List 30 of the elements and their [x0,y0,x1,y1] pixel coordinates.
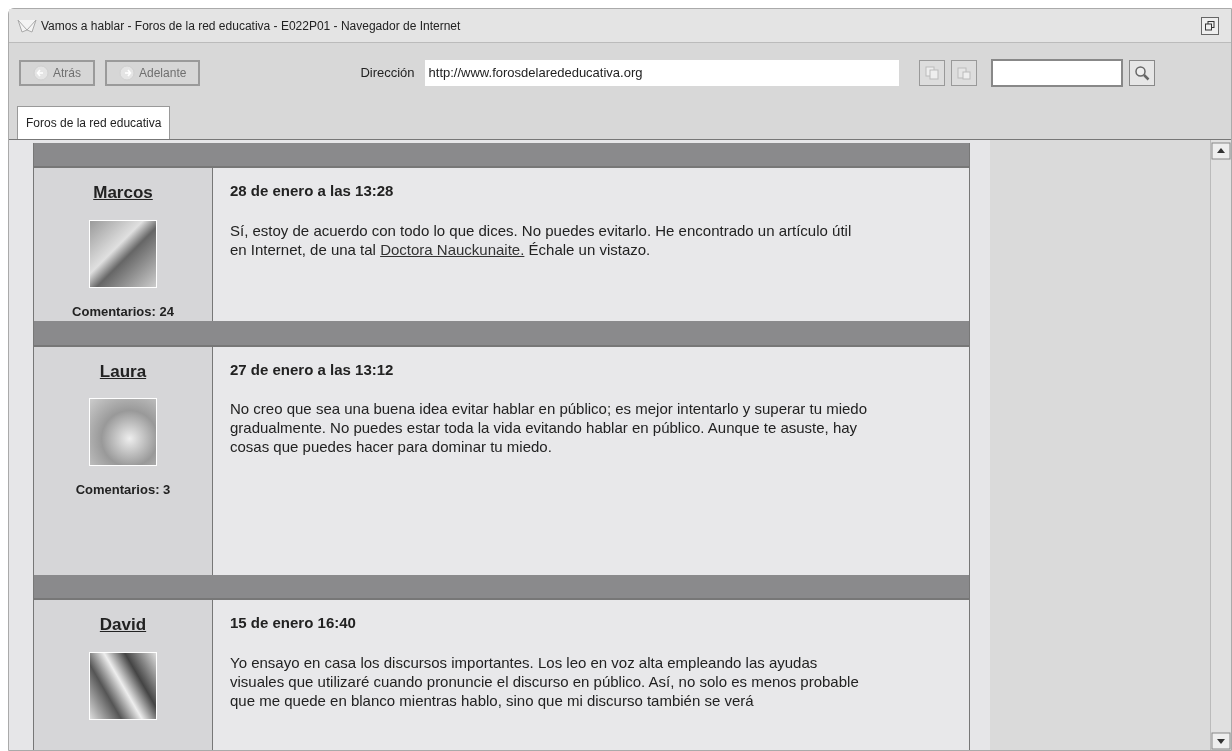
author-name[interactable]: Laura [99,358,147,385]
scroll-up-icon[interactable] [1211,142,1231,160]
scrollbar[interactable] [1210,140,1231,750]
search-field[interactable] [990,59,1123,87]
address-field[interactable]: http://www.forosdelarededucativa.org [424,60,899,86]
comment-count: Comentarios: 3 [75,481,171,500]
window-title: Vamos a hablar - Foros de la red educativa - E022P01 - Navegador de Internet [41,17,462,35]
scroll-down-icon[interactable] [1211,732,1231,750]
butterfly-logo-icon [17,17,37,34]
browser-tab[interactable]: Foros de la red educativa [17,106,171,139]
address-label: Dirección [360,64,415,83]
author-name[interactable]: David [99,612,147,638]
search-button[interactable] [1128,60,1155,86]
author-name[interactable]: Marcos [93,180,153,206]
restore-icon [1205,20,1215,31]
post-date: 28 de enero a las 13:28 [230,181,395,202]
post-date: 27 de enero a las 13:12 [230,359,395,380]
paste-icon [956,66,971,80]
restore-button[interactable] [1201,16,1219,35]
photo-placeholder [89,651,157,720]
photo-placeholder [89,398,157,467]
post-text: Sí, estoy de acuerdo con todo lo que dices. No puedes evitarlo. He encontrado un artículo útil en Internet, de una tal Doctora Nauckunaite. Échale un vistazo. [230,220,853,259]
post-text: No creo que sea una buena idea evitar hablar en público; es mejor intentarlo y superar tu miedo gradualmente. No puedes estar toda la vida evitando hablar en público. Aunque te asuste, hay cosas que puedes hacer para dominar tu miedo. [230,399,869,457]
search-icon [1133,65,1150,81]
comment-count: Comentarios: 24 [72,302,174,321]
post-text: Yo ensayo en casa los discursos importantes. Los leo en voz alta empleando las ayudas visuales que utilizaré cuando pronuncie el discurso en público. Así, no solo es menos probable que me quede en blanco mientras hablo, sino que mi discurso también se verá [230,652,860,710]
photo-placeholder [89,219,157,288]
author-link[interactable]: Doctora Nauckunaite. [380,240,525,258]
copy-icon [924,66,939,80]
post-date: 15 de enero 16:40 [230,613,357,634]
